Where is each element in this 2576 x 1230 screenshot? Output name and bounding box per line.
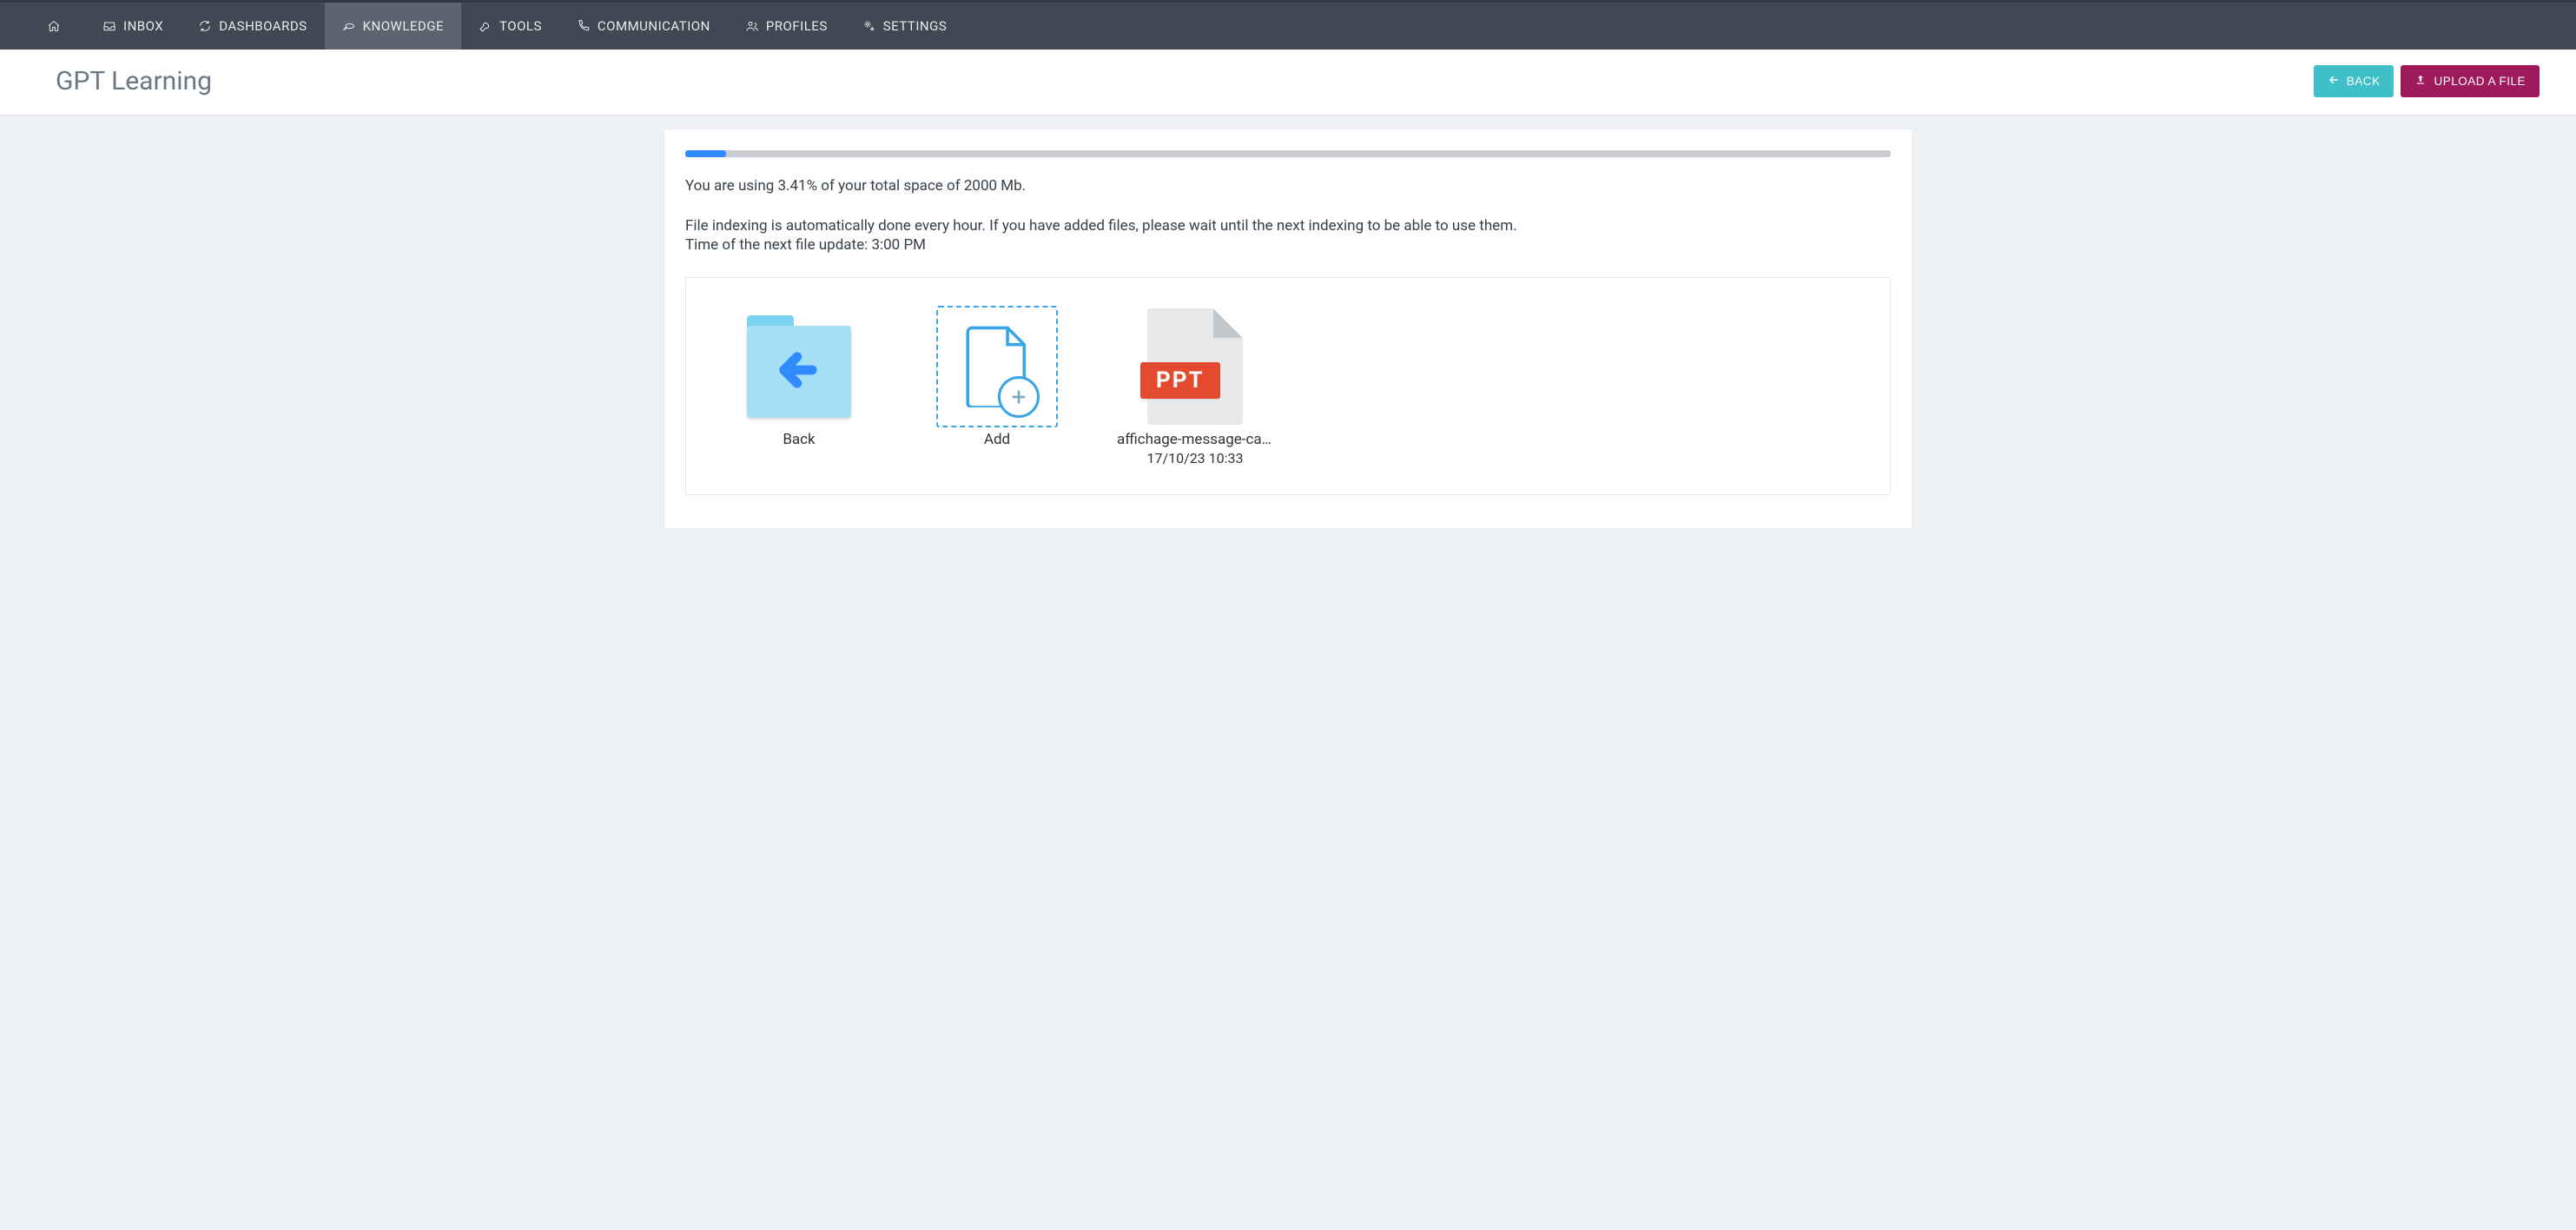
nav-inbox[interactable]: INBOX [85,3,181,50]
indexing-info-text: File indexing is automatically done ever… [685,216,1891,235]
top-nav: INBOX DASHBOARDS KNOWLEDGE TOOLS COMMUNI… [0,3,2576,50]
nav-settings[interactable]: SETTINGS [845,3,965,50]
refresh-icon [198,19,212,33]
upload-file-button[interactable]: UPLOAD A FILE [2401,65,2540,97]
tile-label: Back [721,431,877,448]
nav-label: KNOWLEDGE [363,18,444,34]
header-actions: BACK UPLOAD A FILE [2314,65,2540,97]
gears-icon [862,19,876,33]
back-button[interactable]: BACK [2314,65,2394,97]
storage-progress-fill [685,150,726,157]
inbox-icon [102,19,116,33]
nav-tools[interactable]: TOOLS [461,3,559,50]
add-file-tile[interactable]: Add [919,311,1075,448]
nav-profiles[interactable]: PROFILES [728,3,845,50]
back-folder-tile[interactable]: Back [721,311,877,448]
file-type-badge: PPT [1140,362,1220,399]
nav-label: INBOX [123,18,163,34]
content-container: You are using 3.41% of your total space … [654,129,1922,528]
main-card: You are using 3.41% of your total space … [664,129,1912,528]
back-folder-icon [721,311,877,422]
file-grid: Back [685,277,1891,495]
nav-label: TOOLS [499,18,542,34]
storage-usage-text: You are using 3.41% of your total space … [685,176,1891,195]
upload-icon [2414,74,2427,89]
arrow-left-icon [776,347,822,396]
plus-icon [998,376,1040,418]
file-date: 17/10/23 10:33 [1117,450,1273,466]
wrench-icon [479,19,492,33]
add-file-icon [919,311,1075,422]
nav-label: DASHBOARDS [219,18,307,34]
phone-icon [577,19,591,33]
ppt-file-icon: PPT [1117,311,1273,422]
tile-label: Add [919,431,1075,448]
nav-dashboards[interactable]: DASHBOARDS [181,3,324,50]
back-label: BACK [2347,75,2381,88]
storage-progress-track [685,150,1891,157]
arrow-left-icon [2328,74,2340,89]
home-icon [47,19,61,33]
nav-home[interactable] [35,3,85,50]
upload-label: UPLOAD A FILE [2434,75,2526,88]
nav-knowledge[interactable]: KNOWLEDGE [325,3,461,50]
file-tile[interactable]: PPT affichage-message-can... 17/10/23 10… [1117,311,1273,466]
users-icon [745,19,759,33]
page-header: GPT Learning BACK UPLOAD A FILE [0,50,2576,116]
nav-label: SETTINGS [883,18,948,34]
page-title: GPT Learning [56,66,212,96]
file-name: affichage-message-can... [1117,431,1273,448]
nav-communication[interactable]: COMMUNICATION [559,3,728,50]
chat-icon [342,19,356,33]
nav-label: COMMUNICATION [598,18,710,34]
nav-label: PROFILES [766,18,828,34]
next-update-text: Time of the next file update: 3:00 PM [685,235,1891,255]
